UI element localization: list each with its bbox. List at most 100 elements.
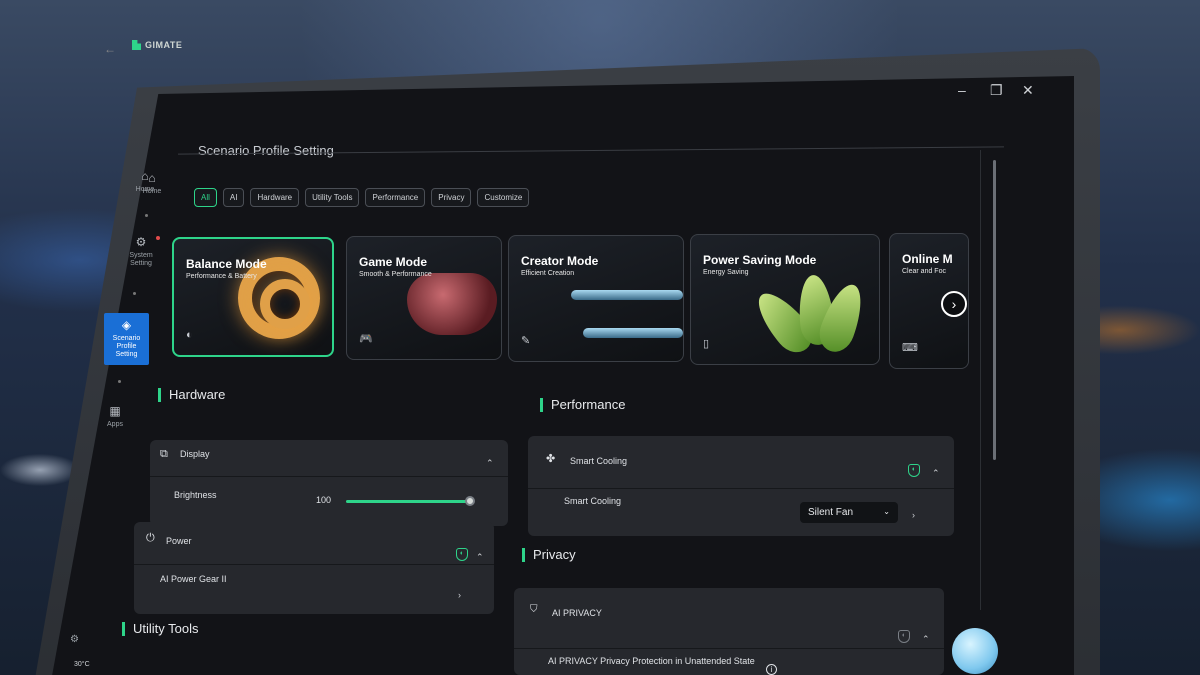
battery-leaf-icon: ▯ [703, 338, 710, 350]
mode-subtitle: Performance & Battery [186, 273, 257, 280]
maximize-button[interactable]: ❐ [990, 82, 1003, 99]
privacy-shield-icon: ⛉ [530, 604, 538, 615]
collapse-chevron-icon[interactable]: ⌃ [486, 458, 494, 469]
sidebar-divider-dot [145, 214, 148, 217]
brightness-label: Brightness [174, 490, 217, 500]
brand-name: GIMATE [145, 40, 183, 50]
settings-gear-icon[interactable]: ⚙ [70, 634, 79, 645]
sidebar-item-home[interactable]: ⌂ Home [122, 169, 168, 194]
mode-card-balance[interactable]: Balance Mode Performance & Battery ◐ [172, 237, 334, 357]
minimize-button[interactable]: – [958, 82, 966, 98]
sidebar-divider-dot [118, 380, 121, 383]
close-button[interactable]: ✕ [1022, 82, 1034, 99]
ai-privacy-panel: ⛉ AI PRIVACY ◐ ⌃ AI PRIVACY Privacy Prot… [514, 588, 944, 675]
gamepad-art [407, 273, 497, 335]
smart-cooling-row-label: Smart Cooling [564, 496, 622, 506]
smart-cooling-panel: ✤ Smart Cooling ◐ ⌃ Smart Cooling Silent… [528, 436, 954, 536]
tab-ai[interactable]: AI [222, 188, 245, 207]
filter-tabs: All AI Hardware Utility Tools Performanc… [194, 188, 530, 207]
chevron-right-icon[interactable]: › [912, 510, 915, 520]
profile-icon: ◈ [121, 318, 132, 332]
smart-cooling-label: Smart Cooling [570, 456, 628, 466]
mode-card-power-saving[interactable]: Power Saving Mode Energy Saving ▯ [690, 234, 880, 365]
mode-card-game[interactable]: Game Mode Smooth & Performance 🎮 [346, 236, 502, 360]
scroll-rail [980, 150, 981, 610]
scrollbar-thumb[interactable] [993, 160, 996, 460]
display-panel: ⧉ Display ⌃ Brightness 100 [150, 440, 508, 526]
panel-divider [514, 648, 944, 649]
collapse-chevron-icon[interactable]: ⌃ [932, 468, 940, 479]
chevron-down-icon: ⌄ [883, 507, 890, 516]
fan-mode-selected: Silent Fan [808, 507, 854, 518]
mode-subtitle: Clear and Foc [902, 268, 946, 275]
power-label: Power [166, 536, 192, 546]
mode-subtitle: Smooth & Performance [359, 271, 432, 278]
online-meeting-icon: ⌨ [902, 342, 918, 354]
mode-title: Power Saving Mode [703, 253, 817, 267]
taskbar-temperature: 30°C [74, 661, 90, 668]
section-title-performance: Performance [540, 398, 625, 412]
display-label: Display [180, 449, 210, 459]
sidebar-item-label: Scenario Profile Setting [112, 334, 141, 358]
ai-shield-icon: ◐ [908, 464, 920, 477]
gamepad-icon: 🎮 [359, 333, 373, 345]
section-title-hardware: Hardware [158, 388, 225, 402]
section-title-privacy: Privacy [522, 548, 576, 562]
ai-privacy-row-label: AI PRIVACY Privacy Protection in Unatten… [548, 656, 755, 666]
mode-title: Online M [902, 252, 953, 266]
sidebar-item-label: Home [135, 185, 155, 193]
chevron-right-icon[interactable]: › [458, 590, 461, 600]
sidebar-item-system-setting[interactable]: ⚙ System Setting [118, 235, 164, 268]
balance-icon: ◐ [186, 329, 193, 341]
section-title-utility-tools: Utility Tools [122, 622, 199, 636]
ai-privacy-label: AI PRIVACY [552, 608, 602, 618]
mode-title: Creator Mode [521, 254, 599, 268]
panel-divider [150, 476, 508, 477]
display-icon: ⧉ [160, 448, 168, 460]
chat-assistant-button[interactable] [952, 628, 998, 674]
ai-shield-icon: ◐ [456, 548, 468, 561]
collapse-chevron-icon[interactable]: ⌃ [476, 552, 484, 563]
brightness-slider-track[interactable] [346, 500, 470, 503]
back-arrow-icon[interactable]: ← [104, 42, 116, 56]
ai-shield-icon: ◐ [898, 630, 910, 643]
tab-hardware[interactable]: Hardware [250, 188, 300, 207]
notification-dot [156, 236, 160, 240]
app-brand: GIMATE [132, 40, 182, 50]
home-icon: ⌂ [141, 169, 149, 183]
fan-mode-select[interactable]: Silent Fan ⌄ [800, 502, 898, 523]
mode-card-creator[interactable]: Creator Mode Efficient Creation ✎ [508, 235, 684, 362]
ai-power-gear-label: AI Power Gear II [160, 574, 227, 584]
tab-privacy[interactable]: Privacy [431, 188, 472, 207]
collapse-chevron-icon[interactable]: ⌃ [922, 634, 930, 645]
tab-customize[interactable]: Customize [477, 188, 530, 207]
info-icon[interactable]: i [766, 664, 777, 675]
sidebar-item-label: Apps [107, 420, 123, 428]
pen-icon: ✎ [521, 335, 531, 347]
sidebar-item-label: System Setting [129, 251, 153, 267]
brightness-slider-thumb[interactable] [465, 496, 475, 506]
panel-divider [134, 564, 494, 565]
mode-title: Game Mode [359, 255, 428, 269]
pen-art [571, 290, 683, 300]
tab-utility-tools[interactable]: Utility Tools [305, 188, 360, 207]
mode-subtitle: Efficient Creation [521, 270, 575, 277]
mode-subtitle: Energy Saving [703, 269, 749, 276]
pen-art [583, 328, 683, 338]
panel-divider [528, 488, 954, 489]
next-arrow-button[interactable]: › [941, 291, 967, 317]
fan-icon: ✤ [546, 453, 556, 465]
brightness-value: 100 [316, 495, 332, 505]
gimate-logo-icon [132, 40, 141, 50]
sidebar-item-scenario-profile[interactable]: ◈ Scenario Profile Setting [104, 313, 149, 365]
tab-all[interactable]: All [194, 188, 217, 207]
sidebar-item-apps[interactable]: ▦ Apps [92, 404, 138, 429]
page-title: Scenario Profile Setting [198, 143, 334, 158]
power-panel: ⏻ Power ◐ ⌃ AI Power Gear II › [134, 522, 494, 614]
sidebar-divider-dot [133, 292, 136, 295]
tab-performance[interactable]: Performance [365, 188, 426, 207]
mode-title: Balance Mode [186, 257, 267, 271]
power-plug-icon: ⏻ [146, 532, 155, 544]
apps-icon: ▦ [109, 404, 121, 418]
balance-ring-art-inner [260, 279, 310, 329]
